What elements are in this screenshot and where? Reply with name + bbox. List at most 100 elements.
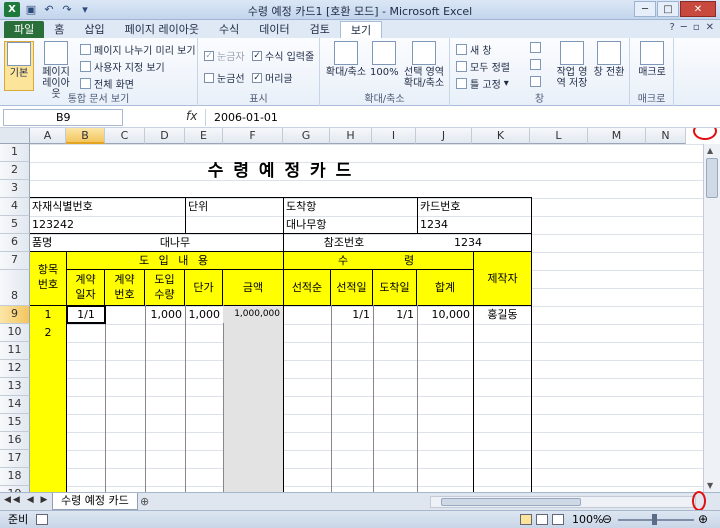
macro-record-icon[interactable] — [36, 514, 48, 525]
scroll-down-icon[interactable]: ▼ — [707, 481, 713, 490]
column-header-h[interactable]: H — [330, 128, 372, 144]
ruler-checkbox[interactable]: ✓ 눈금자 — [204, 48, 245, 63]
freeze-panes-button[interactable]: 틀 고정 ▾ — [456, 76, 509, 91]
split-button[interactable] — [530, 42, 541, 53]
horizontal-scrollbar[interactable] — [430, 496, 696, 508]
column-header-e[interactable]: E — [185, 128, 223, 144]
hide-button[interactable] — [530, 59, 541, 70]
tab-data[interactable]: 데이터 — [249, 21, 299, 38]
workbook-minimize-icon[interactable]: ─ — [681, 22, 687, 33]
row-header-13[interactable]: 13 — [0, 378, 30, 396]
row-header-18[interactable]: 18 — [0, 468, 30, 486]
scroll-up-icon[interactable]: ▲ — [707, 146, 713, 155]
row-header-16[interactable]: 16 — [0, 432, 30, 450]
vertical-scroll-thumb[interactable] — [706, 158, 718, 198]
headings-checkbox[interactable]: ✓ 머리글 — [252, 70, 293, 85]
switch-windows-button[interactable]: 창 전환 — [592, 41, 626, 78]
insert-function-icon[interactable]: fx — [186, 109, 197, 123]
column-header-c[interactable]: C — [105, 128, 145, 144]
column-header-f[interactable]: F — [223, 128, 283, 144]
close-button[interactable]: ✕ — [680, 1, 716, 17]
intro-header: 도 입 내 용 — [67, 252, 283, 269]
horizontal-scroll-thumb[interactable] — [441, 498, 581, 506]
help-icon[interactable]: ? — [669, 22, 674, 33]
select-all-corner[interactable] — [0, 128, 30, 144]
row-header-6[interactable]: 6 — [0, 234, 30, 252]
page-break-status-icon[interactable] — [552, 514, 564, 525]
split-icon — [530, 42, 541, 53]
normal-view-status-icon[interactable] — [520, 514, 532, 525]
row-header-5[interactable]: 5 — [0, 216, 30, 234]
new-window-button[interactable]: 새 창 — [456, 42, 492, 57]
unhide-button[interactable] — [530, 76, 541, 87]
product-value: 대나무 — [159, 236, 191, 249]
save-workspace-button[interactable]: 작업 영역 저장 — [554, 41, 590, 89]
tab-page-layout[interactable]: 페이지 레이아웃 — [115, 21, 209, 38]
vertical-scrollbar[interactable]: ▲ ▼ — [703, 144, 720, 492]
row-header-15[interactable]: 15 — [0, 414, 30, 432]
column-header-d[interactable]: D — [145, 128, 185, 144]
tab-review[interactable]: 검토 — [300, 21, 340, 38]
row-header-7[interactable]: 7 — [0, 252, 30, 270]
maximize-button[interactable]: □ — [657, 1, 679, 17]
tab-file[interactable]: 파일 — [4, 21, 45, 38]
zoom-100-button[interactable]: 100% — [370, 41, 399, 78]
column-header-k[interactable]: K — [472, 128, 530, 144]
formula-input[interactable]: 2006-01-01 — [205, 109, 694, 126]
row9-qty: 1,000 — [150, 308, 183, 321]
tab-view[interactable]: 보기 — [339, 21, 383, 38]
arrange-all-button[interactable]: 모두 정렬 — [456, 59, 510, 74]
row-header-2[interactable]: 2 — [0, 162, 30, 180]
column-header-m[interactable]: M — [588, 128, 646, 144]
row-header-8[interactable]: 8 — [0, 270, 30, 306]
page-break-preview-button[interactable]: 페이지 나누기 미리 보기 — [80, 42, 196, 57]
page-break-icon — [80, 44, 91, 55]
active-cell-b9[interactable]: 1/1 — [66, 305, 106, 324]
cell-area[interactable]: 수 령 예 정 카 드 자재식별번호 123242 단위 도착항 대나무항 카드… — [30, 144, 720, 492]
column-header-j[interactable]: J — [416, 128, 472, 144]
column-header-g[interactable]: G — [283, 128, 330, 144]
macros-button[interactable]: 매크로 — [634, 41, 670, 78]
zoom-slider-thumb[interactable] — [652, 514, 657, 525]
unhide-icon — [530, 76, 541, 87]
row-header-17[interactable]: 17 — [0, 450, 30, 468]
normal-view-button[interactable]: 기본 — [4, 41, 34, 91]
new-sheet-icon[interactable]: ⊕ — [140, 495, 149, 508]
zoom-level[interactable]: 100% — [572, 511, 603, 528]
macros-icon — [640, 41, 664, 65]
page-layout-status-icon[interactable] — [536, 514, 548, 525]
workbook-close-icon[interactable]: ✕ — [706, 22, 714, 33]
zoom-in-icon[interactable]: ⊕ — [698, 511, 708, 528]
row-header-9[interactable]: 9 — [0, 306, 30, 324]
row-header-4[interactable]: 4 — [0, 198, 30, 216]
contract-no-header: 계약 번호 — [105, 270, 145, 305]
row-header-3[interactable]: 3 — [0, 180, 30, 198]
zoom-selection-button[interactable]: 선택 영역 확대/축소 — [400, 41, 448, 89]
minimize-button[interactable]: ─ — [634, 1, 656, 17]
row-header-10[interactable]: 10 — [0, 324, 30, 342]
tab-insert[interactable]: 삽입 — [74, 21, 114, 38]
name-box[interactable]: B9 — [3, 109, 123, 126]
arrange-all-icon — [456, 61, 467, 72]
column-header-a[interactable]: A — [30, 128, 66, 144]
column-header-n[interactable]: N — [646, 128, 686, 144]
row-header-12[interactable]: 12 — [0, 360, 30, 378]
column-header-l[interactable]: L — [530, 128, 588, 144]
gridlines-checkbox[interactable]: 눈금선 — [204, 70, 245, 85]
full-screen-button[interactable]: 전체 화면 — [80, 76, 134, 91]
tab-home[interactable]: 홈 — [44, 21, 74, 38]
zoom-button[interactable]: 확대/축소 — [324, 41, 368, 78]
workbook-restore-icon[interactable]: ▫ — [693, 22, 700, 33]
row-header-14[interactable]: 14 — [0, 396, 30, 414]
row-header-11[interactable]: 11 — [0, 342, 30, 360]
column-header-i[interactable]: I — [372, 128, 416, 144]
item-id-value: 123242 — [32, 218, 74, 231]
tab-formulas[interactable]: 수식 — [209, 21, 249, 38]
grid-line — [185, 305, 186, 492]
custom-views-button[interactable]: 사용자 지정 보기 — [80, 59, 165, 74]
sheet-tab-1[interactable]: 수령 예정 카드 — [52, 493, 138, 510]
column-header-b[interactable]: B — [66, 128, 105, 144]
row-header-1[interactable]: 1 — [0, 144, 30, 162]
zoom-out-icon[interactable]: ⊖ — [602, 511, 612, 528]
formula-bar-checkbox[interactable]: ✓ 수식 입력줄 — [252, 48, 314, 63]
